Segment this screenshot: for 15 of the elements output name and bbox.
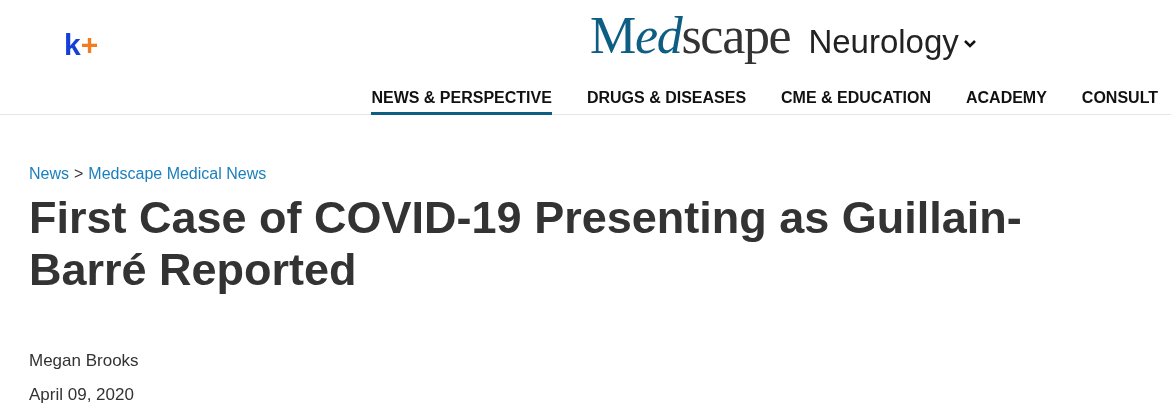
nav-tab[interactable]: CME & EDUCATION <box>781 86 931 115</box>
article-date: April 09, 2020 <box>29 383 135 406</box>
nav-tab[interactable]: CONSULT <box>1081 86 1158 115</box>
article-title: First Case of COVID-19 Presenting as Guillain-Barré Reported <box>29 192 1023 296</box>
nav-tab[interactable]: NEWS & PERSPECTIVE <box>371 86 552 115</box>
section-dropdown[interactable]: Neurology <box>808 25 977 58</box>
article-author: Megan Brooks <box>29 350 140 372</box>
site-logo[interactable]: Medscape <box>590 10 791 62</box>
badge-sign: + <box>80 30 99 60</box>
badge-letter: k <box>64 30 81 60</box>
nav-tab[interactable]: DRUGS & DISEASES <box>586 86 747 115</box>
breadcrumb-separator: > <box>74 164 84 184</box>
breadcrumb-link[interactable]: News <box>29 162 69 186</box>
breadcrumb-link[interactable]: Medscape Medical News <box>88 162 267 186</box>
nav-tab[interactable]: ACADEMY <box>965 86 1047 115</box>
